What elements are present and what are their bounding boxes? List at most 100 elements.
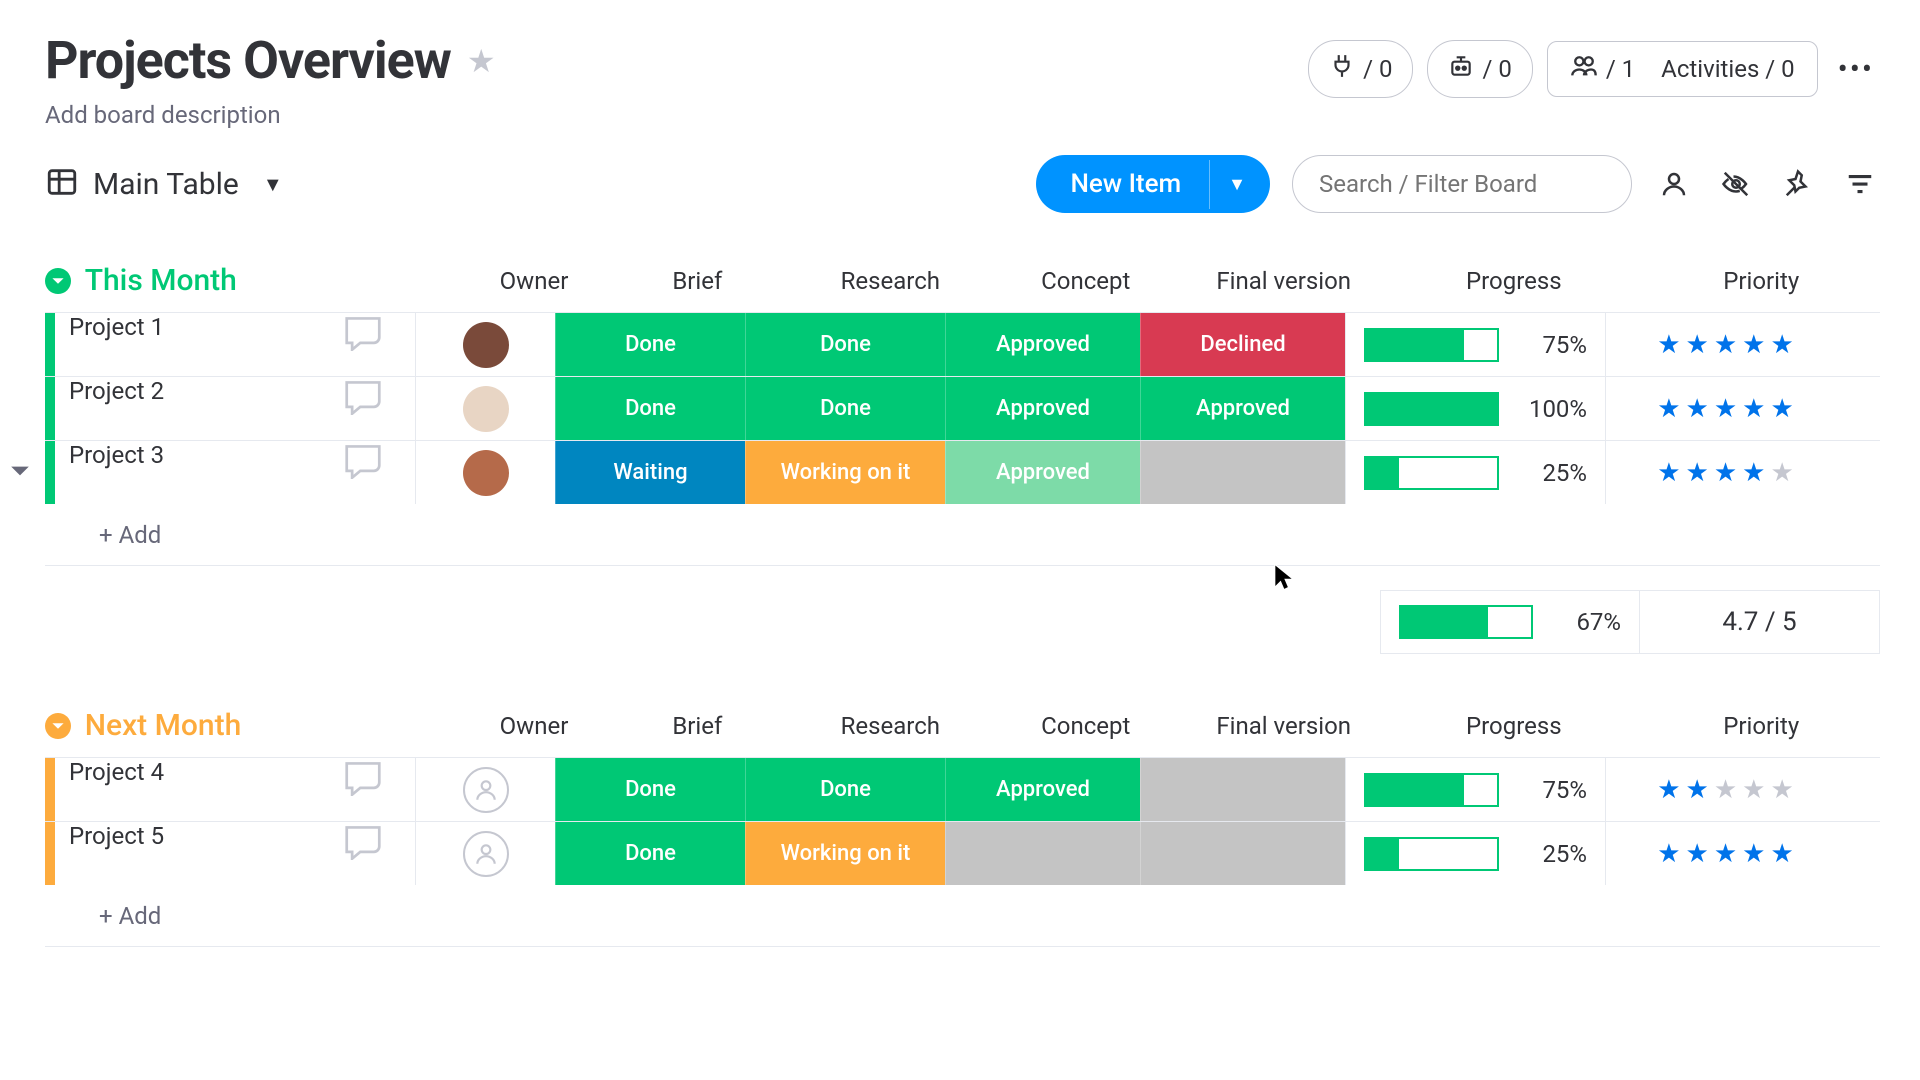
members-activities-pill[interactable]: / 1 Activities / 0 [1547, 41, 1818, 97]
priority-cell[interactable]: ★★★★★ [1605, 377, 1845, 440]
col-header-research[interactable]: Research [791, 712, 989, 740]
item-name-cell[interactable]: Project 5 [55, 822, 415, 885]
priority-star-icon: ★ [1770, 839, 1793, 869]
status-research[interactable]: Done [745, 313, 945, 376]
chat-icon[interactable] [341, 441, 385, 485]
avatar-empty[interactable] [463, 831, 509, 877]
row-color-stripe [45, 758, 55, 821]
row-expand-caret[interactable] [9, 460, 31, 486]
status-brief[interactable]: Done [555, 822, 745, 885]
priority-star-icon: ★ [1657, 839, 1680, 869]
avatar-empty[interactable] [463, 767, 509, 813]
col-header-brief[interactable]: Brief [603, 267, 791, 295]
status-research[interactable]: Done [745, 758, 945, 821]
item-name-cell[interactable]: Project 3 [55, 441, 415, 504]
group-title[interactable]: Next Month [85, 708, 465, 743]
priority-cell[interactable]: ★★★★★ [1605, 822, 1845, 885]
add-item-button[interactable]: + Add [99, 521, 161, 549]
person-filter-icon[interactable] [1654, 164, 1694, 204]
page-title[interactable]: Projects Overview [45, 30, 451, 91]
progress-cell[interactable]: 75% [1345, 313, 1605, 376]
filter-icon[interactable] [1840, 164, 1880, 204]
status-final[interactable]: Declined [1140, 313, 1345, 376]
group-title[interactable]: This Month [85, 263, 465, 298]
progress-cell[interactable]: 75% [1345, 758, 1605, 821]
status-final[interactable] [1140, 822, 1345, 885]
status-brief[interactable]: Waiting [555, 441, 745, 504]
chat-icon[interactable] [341, 822, 385, 866]
activities-label: Activities / 0 [1661, 55, 1794, 83]
priority-cell[interactable]: ★★★★★ [1605, 441, 1845, 504]
col-header-final[interactable]: Final version [1182, 267, 1385, 295]
new-item-label: New Item [1036, 155, 1209, 213]
item-name-cell[interactable]: Project 2 [55, 377, 415, 440]
status-concept[interactable] [945, 822, 1140, 885]
status-final[interactable]: Approved [1140, 377, 1345, 440]
priority-star-icon: ★ [1686, 839, 1709, 869]
status-research[interactable]: Working on it [745, 822, 945, 885]
priority-star-icon: ★ [1686, 458, 1709, 488]
progress-cell[interactable]: 100% [1345, 377, 1605, 440]
owner-cell[interactable] [415, 313, 555, 376]
owner-cell[interactable] [415, 377, 555, 440]
item-name-cell[interactable]: Project 1 [55, 313, 415, 376]
col-header-priority[interactable]: Priority [1642, 267, 1880, 295]
plug-icon [1329, 53, 1355, 85]
chat-icon[interactable] [341, 377, 385, 421]
chat-icon[interactable] [341, 758, 385, 802]
col-header-final[interactable]: Final version [1182, 712, 1385, 740]
owner-cell[interactable] [415, 822, 555, 885]
priority-cell[interactable]: ★★★★★ [1605, 313, 1845, 376]
group-collapse-toggle[interactable] [45, 268, 71, 294]
status-concept[interactable]: Approved [945, 377, 1140, 440]
favorite-star-icon[interactable]: ★ [467, 42, 496, 80]
hide-columns-icon[interactable] [1716, 164, 1756, 204]
priority-star-icon: ★ [1657, 394, 1680, 424]
owner-cell[interactable] [415, 441, 555, 504]
item-name-cell[interactable]: Project 4 [55, 758, 415, 821]
automations-count: / 0 [1363, 55, 1392, 83]
col-header-research[interactable]: Research [791, 267, 989, 295]
priority-cell[interactable]: ★★★★★ [1605, 758, 1845, 821]
more-menu-icon[interactable]: ••• [1832, 52, 1880, 87]
status-brief[interactable]: Done [555, 758, 745, 821]
col-header-progress[interactable]: Progress [1385, 267, 1642, 295]
add-item-button[interactable]: + Add [99, 902, 161, 930]
col-header-concept[interactable]: Concept [989, 267, 1182, 295]
status-research[interactable]: Done [745, 377, 945, 440]
status-concept[interactable]: Approved [945, 313, 1140, 376]
status-concept[interactable]: Approved [945, 441, 1140, 504]
new-item-button[interactable]: New Item ▼ [1036, 155, 1270, 213]
col-header-progress[interactable]: Progress [1385, 712, 1642, 740]
status-brief[interactable]: Done [555, 377, 745, 440]
col-header-owner[interactable]: Owner [465, 267, 604, 295]
status-concept[interactable]: Approved [945, 758, 1140, 821]
avatar[interactable] [463, 322, 509, 368]
pin-icon[interactable] [1778, 164, 1818, 204]
new-item-dropdown[interactable]: ▼ [1209, 160, 1270, 209]
status-final[interactable] [1140, 441, 1345, 504]
chat-icon[interactable] [341, 313, 385, 357]
avatar[interactable] [463, 386, 509, 432]
status-brief[interactable]: Done [555, 313, 745, 376]
progress-cell[interactable]: 25% [1345, 441, 1605, 504]
priority-star-icon: ★ [1714, 775, 1737, 805]
avatar[interactable] [463, 450, 509, 496]
group-collapse-toggle[interactable] [45, 713, 71, 739]
col-header-brief[interactable]: Brief [603, 712, 791, 740]
priority-star-icon: ★ [1686, 775, 1709, 805]
board-description[interactable]: Add board description [45, 101, 496, 129]
owner-cell[interactable] [415, 758, 555, 821]
view-selector[interactable]: Main Table ▼ [45, 165, 283, 203]
priority-star-icon: ★ [1657, 330, 1680, 360]
robot-icon [1448, 53, 1474, 85]
status-final[interactable] [1140, 758, 1345, 821]
col-header-priority[interactable]: Priority [1642, 712, 1880, 740]
status-research[interactable]: Working on it [745, 441, 945, 504]
col-header-owner[interactable]: Owner [465, 712, 604, 740]
progress-cell[interactable]: 25% [1345, 822, 1605, 885]
col-header-concept[interactable]: Concept [989, 712, 1182, 740]
integrations-pill[interactable]: / 0 [1427, 40, 1532, 98]
search-input[interactable] [1292, 155, 1632, 213]
automations-pill[interactable]: / 0 [1308, 40, 1413, 98]
